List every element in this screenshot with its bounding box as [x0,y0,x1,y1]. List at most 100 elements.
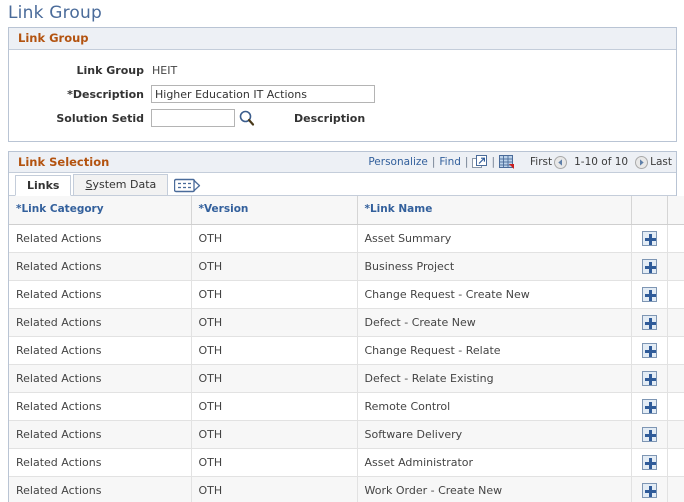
link-selection-title: Link Selection [18,155,110,169]
description-label: *Description [67,87,144,101]
table-row: Related Actions OTH Software Delivery [9,420,684,449]
add-row-plus-icon[interactable] [641,370,657,386]
link-selection-grid: *Link Category *Version *Link Name Relat… [9,196,684,502]
cell-link-category: Related Actions [9,252,192,281]
link-selection-section: Link Selection Personalize | Find | | Fi… [8,151,684,502]
add-row-plus-icon[interactable] [641,286,657,302]
add-row-plus-icon[interactable] [641,258,657,274]
cell-spacer [667,224,684,253]
cell-spacer [667,280,684,309]
column-header-link-category[interactable]: *Link Category [9,196,192,225]
link-group-section-header: Link Group [9,28,676,50]
setid-description-label: Description [294,111,366,125]
link-group-label: Link Group [76,63,144,77]
add-row-plus-icon[interactable] [641,314,657,330]
cell-version: OTH [191,308,358,337]
link-group-value: HEIT [152,63,178,77]
cell-add-row [631,336,668,365]
cell-add-row [631,224,668,253]
cell-link-name: Asset Administrator [357,448,632,477]
cell-add-row [631,420,668,449]
column-header-link-name[interactable]: *Link Name [357,196,632,225]
cell-version: OTH [191,392,358,421]
table-row: Related Actions OTH Remote Control [9,392,684,421]
magnifier-lookup-icon[interactable] [238,109,255,127]
cell-link-category: Related Actions [9,476,192,502]
description-input[interactable] [151,85,375,103]
toolbar-separator-1: | [431,156,436,168]
cell-add-row [631,476,668,502]
cell-link-name: Defect - Relate Existing [357,364,632,393]
cell-link-name: Asset Summary [357,224,632,253]
add-row-plus-icon[interactable] [641,482,657,498]
cell-version: OTH [191,476,358,502]
cell-link-category: Related Actions [9,420,192,449]
cell-link-name: Defect - Create New [357,308,632,337]
open-in-new-window-icon[interactable] [472,155,488,169]
table-row: Related Actions OTH Defect - Create New [9,308,684,337]
solution-setid-field-row: Solution Setid Description [9,107,676,129]
cell-add-row [631,280,668,309]
cell-spacer [667,308,684,337]
table-row: Related Actions OTH Asset Summary [9,224,684,253]
pager-first-label[interactable]: First [530,156,552,168]
cell-link-category: Related Actions [9,224,192,253]
cell-link-category: Related Actions [9,336,192,365]
link-selection-header: Link Selection Personalize | Find | | Fi… [9,152,676,173]
grid-tabs: Links System Data [9,173,676,196]
cell-link-name: Business Project [357,252,632,281]
cell-link-category: Related Actions [9,392,192,421]
description-field-row: *Description [9,83,676,105]
cell-spacer [667,252,684,281]
pager-last-label[interactable]: Last [650,156,672,168]
download-to-spreadsheet-icon[interactable] [499,154,515,170]
column-header-version[interactable]: *Version [191,196,358,225]
find-link[interactable]: Find [439,156,461,168]
grid-body: Related Actions OTH Asset Summary Related A… [9,224,684,502]
link-group-section-body: Link Group HEIT *Description Solution Se… [9,50,676,141]
add-row-plus-icon[interactable] [641,342,657,358]
cell-spacer [667,364,684,393]
tab-system-data-label: ystem Data [92,178,157,191]
add-row-plus-icon[interactable] [641,454,657,470]
tab-system-data[interactable]: System Data [73,174,169,195]
cell-version: OTH [191,224,358,253]
tab-links[interactable]: Links [15,175,72,196]
link-group-section: Link Group Link Group HEIT *Description … [8,27,677,142]
cell-spacer [667,476,684,502]
cell-version: OTH [191,448,358,477]
cell-add-row [631,364,668,393]
cell-spacer [667,392,684,421]
cell-link-name: Remote Control [357,392,632,421]
cell-add-row [631,252,668,281]
page-title: Link Group [8,3,102,23]
cell-spacer [667,420,684,449]
cell-link-name: Change Request - Create New [357,280,632,309]
cell-spacer [667,448,684,477]
solution-setid-input[interactable] [151,109,235,127]
grid-header-row: *Link Category *Version *Link Name [9,196,684,225]
pager-range: 1-10 of 10 [574,156,629,168]
next-page-icon[interactable] [635,155,649,169]
cell-link-category: Related Actions [9,448,192,477]
show-all-columns-icon[interactable] [174,178,201,194]
cell-version: OTH [191,280,358,309]
table-row: Related Actions OTH Business Project [9,252,684,281]
add-row-plus-icon[interactable] [641,398,657,414]
cell-link-category: Related Actions [9,308,192,337]
table-row: Related Actions OTH Change Request - Relat… [9,336,684,365]
toolbar-separator-3: | [491,156,496,168]
cell-link-category: Related Actions [9,280,192,309]
column-header-spacer [667,196,684,225]
add-row-plus-icon[interactable] [641,230,657,246]
table-row: Related Actions OTH Change Request - Creat… [9,280,684,309]
personalize-link[interactable]: Personalize [368,156,428,168]
grid-pager: First 1-10 of 10 Last [530,155,672,169]
previous-page-icon[interactable] [554,155,568,169]
link-group-field-row: Link Group HEIT [9,59,676,81]
cell-link-name: Work Order - Create New [357,476,632,502]
solution-setid-label: Solution Setid [56,111,144,125]
add-row-plus-icon[interactable] [641,426,657,442]
cell-add-row [631,308,668,337]
cell-version: OTH [191,252,358,281]
